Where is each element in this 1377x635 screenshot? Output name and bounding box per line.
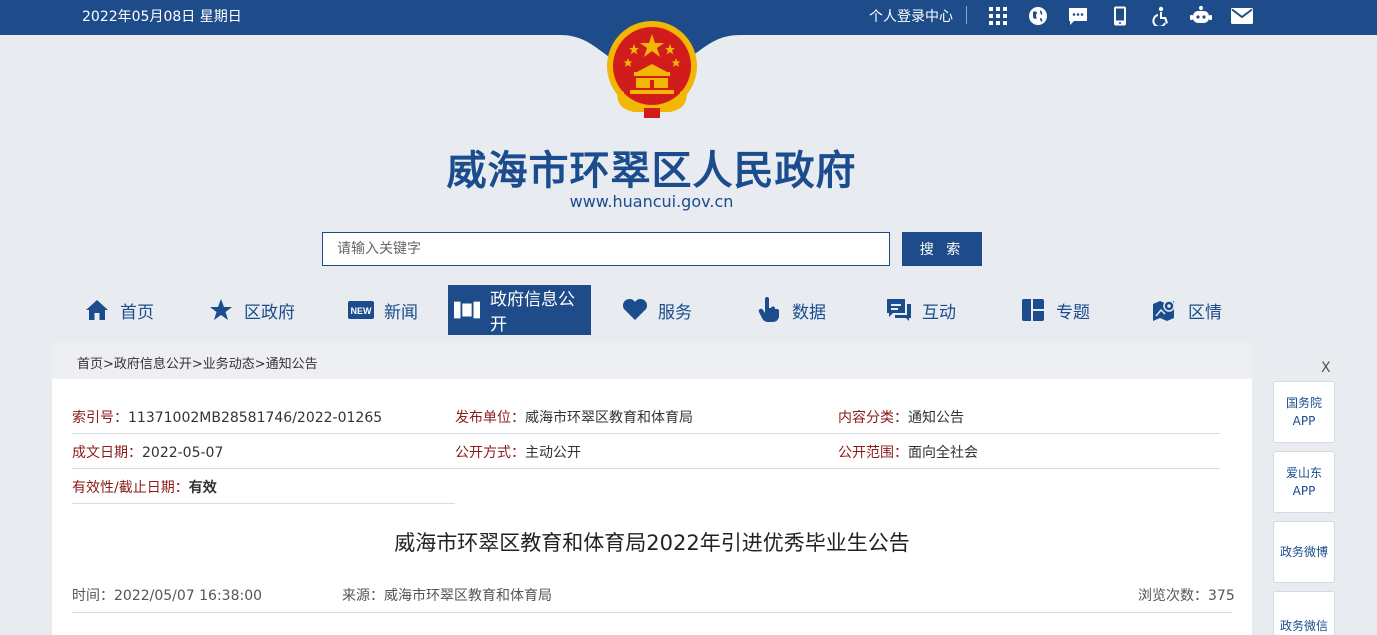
nav-special-topics[interactable]: 专题: [1020, 285, 1090, 335]
meta-written-date: 成文日期：2022-05-07: [72, 445, 224, 461]
mail-icon[interactable]: [1231, 5, 1253, 27]
home-icon: [84, 297, 110, 323]
meta-divider: [72, 503, 455, 504]
search-button[interactable]: 搜 索: [902, 232, 982, 266]
accessibility-icon[interactable]: [1150, 5, 1172, 27]
side-state-council-app[interactable]: 国务院 APP: [1273, 381, 1335, 443]
nav-district-profile[interactable]: 区情: [1152, 285, 1222, 335]
map-pin-icon: [1152, 297, 1178, 323]
grid-icon[interactable]: [987, 5, 1009, 27]
side-panel-close-button[interactable]: X: [1321, 360, 1331, 376]
globe-icon[interactable]: [1027, 5, 1049, 27]
meta-disclosure-mode: 公开方式：主动公开: [455, 445, 581, 461]
nav-interaction[interactable]: 互动: [886, 285, 956, 335]
svg-text:NEW: NEW: [351, 306, 373, 316]
article-info-divider: [72, 612, 1232, 613]
article-title: 威海市环翠区教育和体育局2022年引进优秀毕业生公告: [394, 531, 910, 555]
nav-news[interactable]: NEW 新闻: [348, 285, 418, 335]
article-source: 来源：威海市环翠区教育和体育局: [342, 588, 552, 604]
robot-icon[interactable]: [1190, 5, 1212, 27]
meta-divider: [72, 468, 1220, 469]
meta-validity: 有效性/截止日期：有效: [72, 480, 217, 496]
site-url[interactable]: www.huancui.gov.cn: [0, 192, 1303, 211]
meta-category: 内容分类：通知公告: [838, 410, 964, 426]
side-gov-weibo[interactable]: 政务微博: [1273, 521, 1335, 583]
heart-icon: [622, 297, 648, 323]
side-ishandong-app[interactable]: 爱山东 APP: [1273, 451, 1335, 513]
side-gov-wechat[interactable]: 政务微信: [1273, 591, 1335, 635]
current-date: 2022年05月08日 星期日: [82, 9, 242, 25]
nav-services[interactable]: 服务: [622, 285, 692, 335]
site-title: 威海市环翠区人民政府: [446, 148, 857, 194]
meta-divider: [72, 433, 1220, 434]
national-emblem-icon: [607, 21, 697, 118]
search-input[interactable]: [322, 232, 890, 266]
meta-index-number: 索引号：11371002MB28581746/2022-01265: [72, 410, 383, 426]
mobile-icon[interactable]: [1109, 5, 1131, 27]
nav-district-government[interactable]: 区政府: [208, 285, 295, 335]
breadcrumb[interactable]: 首页>政府信息公开>业务动态>通知公告: [52, 343, 1252, 379]
chat-icon: [886, 297, 912, 323]
message-icon[interactable]: [1067, 5, 1089, 27]
article-time: 时间：2022/05/07 16:38:00: [72, 588, 263, 604]
nav-government-info-open[interactable]: 政府信息公开: [448, 285, 591, 335]
topbar-divider: [966, 6, 967, 24]
meta-disclosure-scope: 公开范围：面向全社会: [838, 445, 978, 461]
star-icon: [208, 297, 234, 323]
article-views: 浏览次数：375: [1138, 588, 1235, 604]
personal-login-link[interactable]: 个人登录中心: [869, 6, 953, 26]
nav-data[interactable]: 数据: [756, 285, 826, 335]
nav-home[interactable]: 首页: [84, 285, 154, 335]
layout-icon: [1020, 297, 1046, 323]
hand-pointer-icon: [756, 297, 782, 323]
meta-publisher: 发布单位：威海市环翠区教育和体育局: [455, 410, 693, 426]
news-icon: NEW: [348, 297, 374, 323]
open-info-icon: [454, 297, 480, 323]
